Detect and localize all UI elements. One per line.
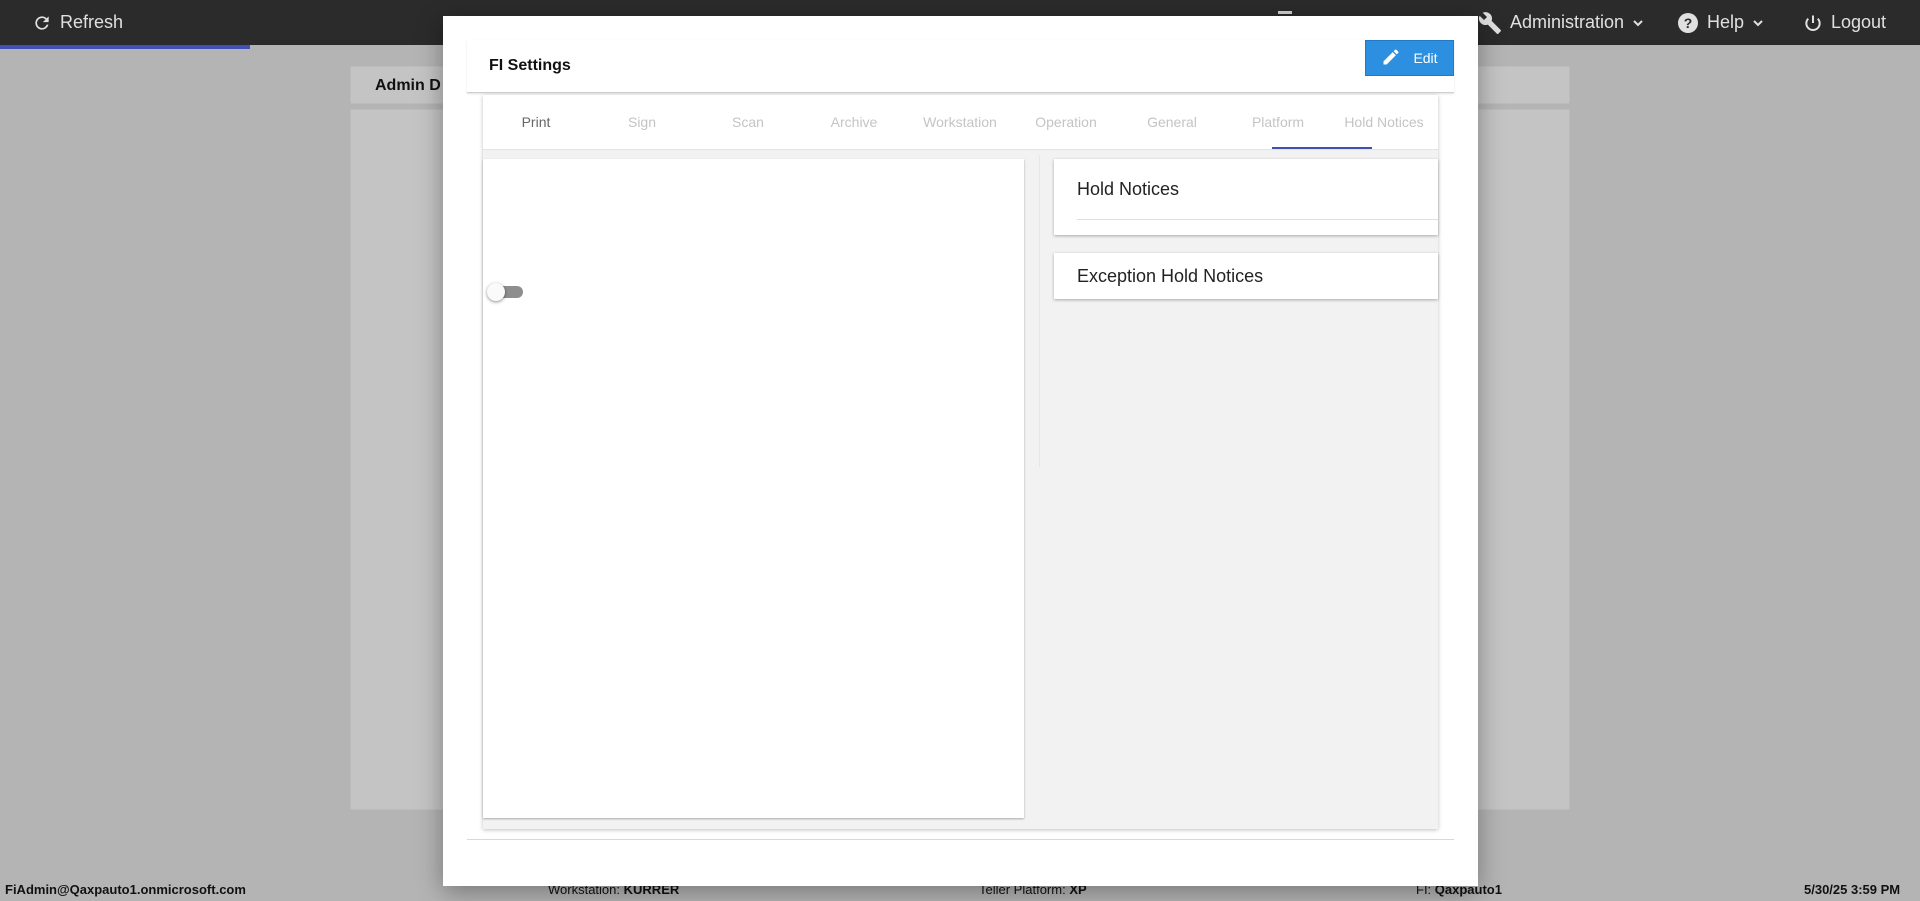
edit-label: Edit [1413, 50, 1438, 66]
dialog-footer-divider [467, 839, 1454, 840]
tab-workstation[interactable]: Workstation [907, 95, 1013, 149]
panel-divider [1039, 155, 1040, 467]
setting-toggle-switch[interactable] [487, 283, 523, 301]
hold-notices-title: Hold Notices [1077, 179, 1180, 199]
tab-scan[interactable]: Scan [695, 95, 801, 149]
settings-tabs: Print Sign Scan Archive Workstation Oper… [483, 95, 1438, 150]
tab-general[interactable]: General [1119, 95, 1225, 149]
svg-text:?: ? [1684, 15, 1693, 31]
administration-menu[interactable]: Administration [1478, 0, 1644, 45]
power-icon [1803, 13, 1823, 33]
partial-icon [1278, 8, 1292, 16]
dialog-title: FI Settings [489, 57, 571, 74]
tab-hold-notices[interactable]: Hold Notices [1331, 95, 1437, 149]
logout-label: Logout [1831, 12, 1887, 32]
chevron-down-icon [1632, 17, 1644, 29]
pencil-icon [1381, 47, 1401, 70]
status-user: FiAdmin@Qaxpauto1.onmicrosoft.com [5, 882, 246, 897]
status-datetime: 5/30/25 3:59 PM [1804, 882, 1901, 897]
section-divider [1077, 219, 1438, 220]
background-page-title: Admin D [375, 77, 441, 94]
tab-archive[interactable]: Archive [801, 95, 907, 149]
active-tab-indicator [1272, 147, 1372, 149]
logout-button[interactable]: Logout [1803, 0, 1886, 45]
help-circle-icon: ? [1677, 12, 1699, 34]
wrench-icon [1478, 11, 1502, 35]
fi-settings-dialog: FI Settings Edit Print Sign Scan Archive… [443, 16, 1478, 886]
chevron-down-icon [1752, 17, 1764, 29]
help-menu[interactable]: ? Help [1677, 0, 1764, 45]
tab-sign[interactable]: Sign [589, 95, 695, 149]
exception-hold-notices-section[interactable]: Exception Hold Notices [1054, 253, 1438, 299]
exception-hold-notices-title: Exception Hold Notices [1077, 266, 1264, 286]
toggle-knob [487, 283, 505, 301]
refresh-icon [32, 13, 52, 33]
tab-platform[interactable]: Platform [1225, 95, 1331, 149]
help-label: Help [1707, 12, 1745, 32]
tab-operation[interactable]: Operation [1013, 95, 1119, 149]
dialog-header: FI Settings Edit [467, 40, 1454, 93]
tab-print[interactable]: Print [483, 95, 589, 149]
loading-progress-bar [0, 45, 250, 49]
settings-panel: Print Sign Scan Archive Workstation Oper… [483, 95, 1438, 829]
refresh-button[interactable]: Refresh [32, 0, 123, 45]
hold-notices-section[interactable]: Hold Notices [1054, 159, 1438, 235]
edit-button[interactable]: Edit [1365, 40, 1454, 76]
refresh-label: Refresh [60, 12, 124, 32]
administration-label: Administration [1510, 12, 1625, 32]
settings-detail-card [483, 159, 1024, 818]
